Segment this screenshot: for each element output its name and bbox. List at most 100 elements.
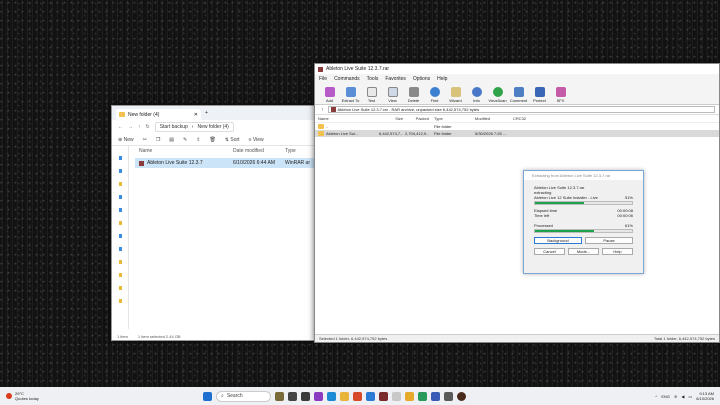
mode-button[interactable]: Mode... <box>568 248 599 255</box>
nav-item-icon[interactable] <box>118 260 122 264</box>
breadcrumb-folder[interactable]: New folder (4) <box>197 124 228 130</box>
toolbar-sfx-button[interactable]: SFX <box>550 87 571 104</box>
app-icon[interactable] <box>405 391 414 401</box>
menu-commands[interactable]: Commands <box>334 76 360 82</box>
nav-item-icon[interactable] <box>118 169 122 173</box>
up-icon[interactable]: ↑ <box>138 124 141 130</box>
menu-favorites[interactable]: Favorites <box>385 76 406 82</box>
nav-item-icon[interactable] <box>118 195 122 199</box>
column-type[interactable]: Type <box>285 148 315 154</box>
weather-widget[interactable]: 29°C Quotes today <box>0 391 200 401</box>
nav-item-icon[interactable] <box>118 234 122 238</box>
nav-item-icon[interactable] <box>118 208 122 212</box>
toolbar-add-button[interactable]: Add <box>319 87 340 104</box>
up-folder-icon[interactable]: ↑ <box>321 107 324 113</box>
app-icon[interactable] <box>444 391 453 401</box>
start-icon[interactable] <box>203 391 212 401</box>
app-icon[interactable] <box>353 391 362 401</box>
menu-options[interactable]: Options <box>413 76 430 82</box>
extract-icon <box>345 87 356 97</box>
breadcrumb[interactable]: Start backup › New folder (4) <box>154 122 234 132</box>
app-icon[interactable] <box>301 391 310 401</box>
new-button[interactable]: ⊕ New <box>118 137 134 143</box>
menu-tools[interactable]: Tools <box>367 76 379 82</box>
table-row[interactable]: Ableton Live Suite 12.3.7 6/10/2026 6:44… <box>135 158 315 168</box>
archive-path-field[interactable]: Ableton Live Suite 12.3.7.rar - RAR arch… <box>327 106 715 113</box>
volume-icon[interactable]: ◀ <box>681 394 684 399</box>
winrar-path-bar: ↑ Ableton Live Suite 12.3.7.rar - RAR ar… <box>315 105 719 115</box>
clock[interactable]: 9:13 AM 6/10/2026 <box>696 391 714 401</box>
toolbar-info-button[interactable]: Info <box>466 87 487 104</box>
column-packed[interactable]: Packed <box>405 116 431 121</box>
new-tab-icon[interactable]: + <box>205 110 208 116</box>
forward-icon[interactable]: → <box>128 124 133 130</box>
rename-icon[interactable]: ✎ <box>183 137 187 143</box>
extract-progress-dialog[interactable]: Extracting from Ableton Live Suite 12.3.… <box>523 170 644 274</box>
toolbar-find-button[interactable]: Find <box>424 87 445 104</box>
toolbar-virusscan-button[interactable]: VirusScan <box>487 87 508 104</box>
delete-icon[interactable]: 🗑 <box>209 137 215 143</box>
toolbar-test-button[interactable]: Test <box>361 87 382 104</box>
menu-file[interactable]: File <box>319 76 327 82</box>
winrar-window[interactable]: Ableton Live Suite 12.3.7.rar File Comma… <box>314 63 720 343</box>
toolbar-comment-button[interactable]: Comment <box>508 87 529 104</box>
column-name[interactable]: Name <box>315 116 379 121</box>
sort-button[interactable]: ⇅ Sort <box>225 137 240 143</box>
refresh-icon[interactable]: ↻ <box>146 124 150 130</box>
view-button[interactable]: ≡ View <box>249 137 264 143</box>
app-icon[interactable] <box>366 391 375 401</box>
copy-icon[interactable]: ❐ <box>156 137 160 143</box>
table-row[interactable]: .. File folder <box>315 123 719 130</box>
winrar-taskbar-icon[interactable] <box>379 391 388 401</box>
nav-item-icon[interactable] <box>118 221 122 225</box>
toolbar-protect-button[interactable]: Protect <box>529 87 550 104</box>
share-icon[interactable]: ⇪ <box>196 137 200 143</box>
close-icon[interactable]: ✕ <box>194 112 198 118</box>
column-crc32[interactable]: CRC32 <box>513 116 533 121</box>
nav-item-icon[interactable] <box>118 156 122 160</box>
background-button[interactable]: Background <box>534 237 582 244</box>
app-icon[interactable] <box>457 391 466 401</box>
nav-item-icon[interactable] <box>118 299 122 303</box>
search-box[interactable]: ⌕ Search <box>216 390 271 402</box>
toolbar-delete-button[interactable]: Delete <box>403 87 424 104</box>
app-icon[interactable] <box>392 391 401 401</box>
language-indicator[interactable]: ENG <box>661 394 670 399</box>
column-size[interactable]: Size <box>379 116 405 121</box>
breadcrumb-start-backup[interactable]: Start backup <box>160 124 188 130</box>
column-name[interactable]: Name <box>135 148 233 154</box>
nav-item-icon[interactable] <box>118 273 122 277</box>
column-type[interactable]: Type <box>431 116 475 121</box>
chevron-up-icon[interactable]: ^ <box>655 394 657 399</box>
column-modified[interactable]: Modified <box>475 116 513 121</box>
table-row[interactable]: Ableton Live Sui... 6,442,574,7... 2,704… <box>315 130 719 137</box>
explorer-tab[interactable]: New folder (4) ✕ <box>116 109 201 120</box>
back-icon[interactable]: ← <box>118 124 123 130</box>
widget-icon[interactable] <box>275 391 284 401</box>
nav-item-icon[interactable] <box>118 286 122 290</box>
app-icon[interactable] <box>314 391 323 401</box>
comment-icon <box>513 87 524 97</box>
cancel-button[interactable]: Cancel <box>534 248 565 255</box>
toolbar-wizard-button[interactable]: Wizard <box>445 87 466 104</box>
row-name-cell: Ableton Live Sui... <box>315 131 379 136</box>
file-explorer-icon[interactable] <box>340 391 349 401</box>
app-icon[interactable] <box>418 391 427 401</box>
clock-date: 6/10/2026 <box>696 396 714 401</box>
nav-item-icon[interactable] <box>118 247 122 251</box>
toolbar-view-button[interactable]: View <box>382 87 403 104</box>
paste-icon[interactable]: ▤ <box>169 137 174 143</box>
menu-help[interactable]: Help <box>437 76 447 82</box>
app-icon[interactable] <box>431 391 440 401</box>
nav-item-icon[interactable] <box>118 182 122 186</box>
cut-icon[interactable]: ✂ <box>143 137 147 143</box>
wifi-icon[interactable]: ≋ <box>674 394 677 399</box>
column-date[interactable]: Date modified <box>233 148 285 154</box>
edge-icon[interactable] <box>327 391 336 401</box>
pause-button[interactable]: Pause <box>585 237 633 244</box>
task-view-icon[interactable] <box>288 391 297 401</box>
toolbar-extract-to-button[interactable]: Extract To <box>340 87 361 104</box>
help-button[interactable]: Help <box>602 248 633 255</box>
battery-icon[interactable]: ▭ <box>688 394 692 399</box>
file-explorer-window[interactable]: New folder (4) ✕ + ← → ↑ ↻ Start backup … <box>111 105 316 341</box>
